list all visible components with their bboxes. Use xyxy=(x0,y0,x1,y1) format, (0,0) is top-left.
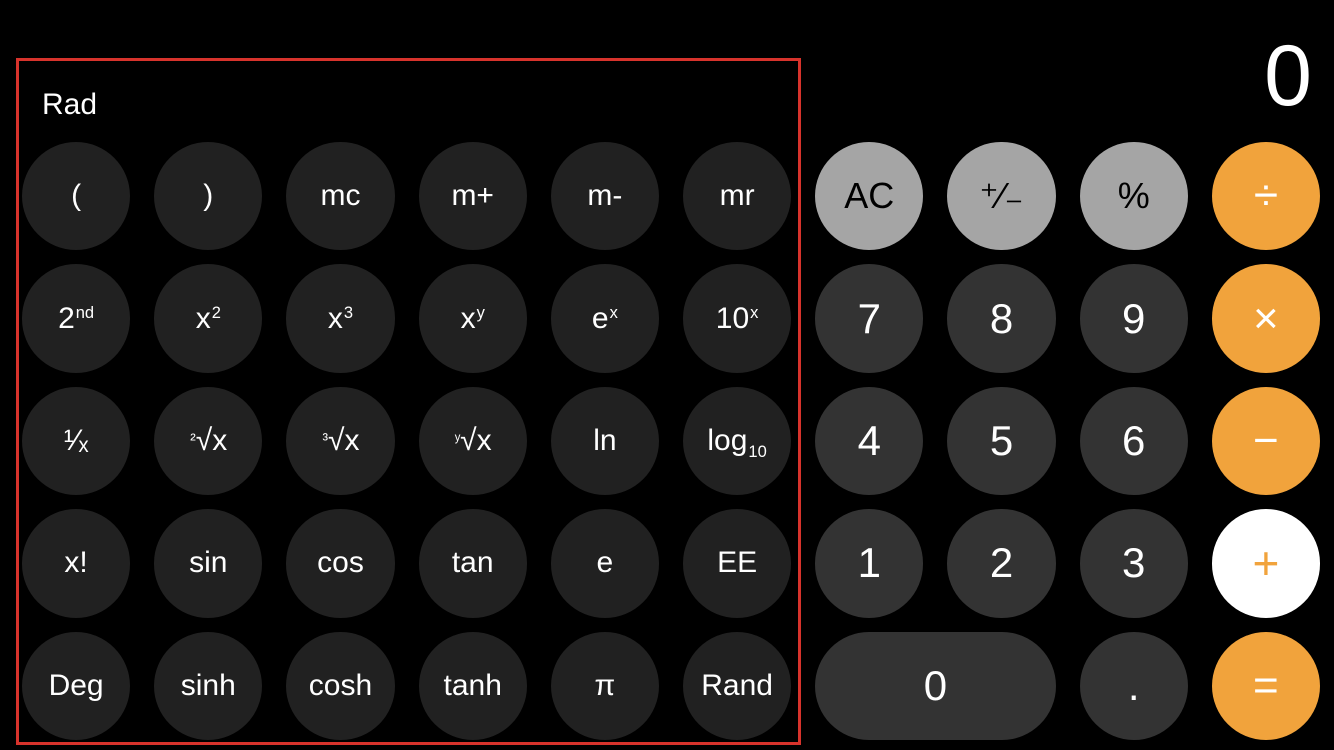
cube-button[interactable]: x3 xyxy=(286,264,394,372)
memory-recall-button[interactable]: mr xyxy=(683,142,791,250)
divide-button[interactable]: ÷ xyxy=(1212,142,1320,250)
all-clear-button[interactable]: AC xyxy=(815,142,923,250)
digit-1-button[interactable]: 1 xyxy=(815,509,923,617)
rand-button[interactable]: Rand xyxy=(683,632,791,740)
right-paren-button[interactable]: ) xyxy=(154,142,262,250)
angle-mode-label: Rad xyxy=(42,88,97,122)
tanh-button[interactable]: tanh xyxy=(419,632,527,740)
pi-button[interactable]: π xyxy=(551,632,659,740)
percent-button[interactable]: % xyxy=(1080,142,1188,250)
calculator-display: 0 xyxy=(0,0,1312,130)
tan-button[interactable]: tan xyxy=(419,509,527,617)
square-root-button[interactable]: ²√x xyxy=(154,387,262,495)
digit-6-button[interactable]: 6 xyxy=(1080,387,1188,495)
memory-subtract-button[interactable]: m- xyxy=(551,142,659,250)
digit-4-button[interactable]: 4 xyxy=(815,387,923,495)
digit-3-button[interactable]: 3 xyxy=(1080,509,1188,617)
reciprocal-button[interactable]: ¹⁄ₓ xyxy=(22,387,130,495)
minus-button[interactable]: − xyxy=(1212,387,1320,495)
e-power-x-button[interactable]: ex xyxy=(551,264,659,372)
equals-button[interactable]: = xyxy=(1212,632,1320,740)
ten-power-x-button[interactable]: 10x xyxy=(683,264,791,372)
memory-clear-button[interactable]: mc xyxy=(286,142,394,250)
square-button[interactable]: x2 xyxy=(154,264,262,372)
log10-button[interactable]: log10 xyxy=(683,387,791,495)
natural-log-button[interactable]: ln xyxy=(551,387,659,495)
left-paren-button[interactable]: ( xyxy=(22,142,130,250)
plus-button[interactable]: + xyxy=(1212,509,1320,617)
sinh-button[interactable]: sinh xyxy=(154,632,262,740)
factorial-button[interactable]: x! xyxy=(22,509,130,617)
sin-button[interactable]: sin xyxy=(154,509,262,617)
cos-button[interactable]: cos xyxy=(286,509,394,617)
digit-8-button[interactable]: 8 xyxy=(947,264,1055,372)
euler-e-button[interactable]: e xyxy=(551,509,659,617)
power-button[interactable]: xy xyxy=(419,264,527,372)
decimal-point-button[interactable]: . xyxy=(1080,632,1188,740)
cosh-button[interactable]: cosh xyxy=(286,632,394,740)
memory-add-button[interactable]: m+ xyxy=(419,142,527,250)
sign-toggle-button[interactable]: ⁺⁄₋ xyxy=(947,142,1055,250)
second-function-button[interactable]: 2nd xyxy=(22,264,130,372)
digit-0-button[interactable]: 0 xyxy=(815,632,1055,740)
keypad: ( ) mc m+ m- mr AC ⁺⁄₋ % ÷ 2nd x2 x3 xy … xyxy=(22,142,1320,740)
deg-rad-toggle-button[interactable]: Deg xyxy=(22,632,130,740)
multiply-button[interactable]: × xyxy=(1212,264,1320,372)
y-root-button[interactable]: ʸ√x xyxy=(419,387,527,495)
digit-9-button[interactable]: 9 xyxy=(1080,264,1188,372)
exponent-ee-button[interactable]: EE xyxy=(683,509,791,617)
display-value: 0 xyxy=(1264,27,1312,126)
digit-5-button[interactable]: 5 xyxy=(947,387,1055,495)
cube-root-button[interactable]: ³√x xyxy=(286,387,394,495)
digit-2-button[interactable]: 2 xyxy=(947,509,1055,617)
digit-7-button[interactable]: 7 xyxy=(815,264,923,372)
